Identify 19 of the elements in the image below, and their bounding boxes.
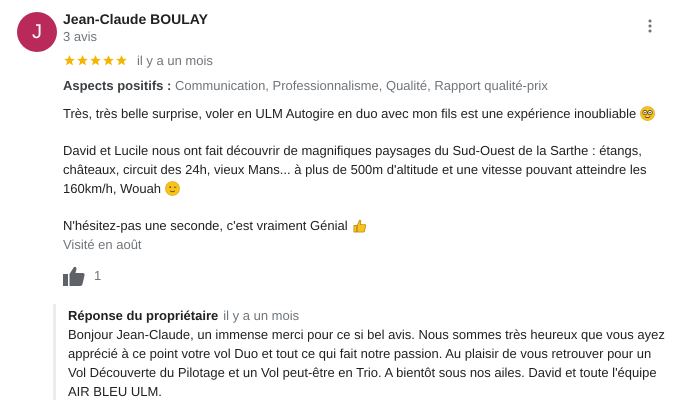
review-text: Très, très belle surprise, voler en ULM Autogire en duo avec mon fils est une expérience inoubliable <box>63 105 636 123</box>
avatar: J <box>17 12 57 52</box>
reply-date: il y a un mois <box>223 307 300 325</box>
thumbs-up-icon[interactable] <box>63 266 85 286</box>
aspects-text: Aspects positifs : Communication, Professionnalisme, Qualité, Rapport qualité-prix <box>63 76 549 95</box>
like-count: 1 <box>94 267 102 286</box>
reply-title: Réponse du propriétaire <box>68 307 218 325</box>
winking-face-icon <box>165 181 180 196</box>
reply-text: Bonjour Jean-Claude, un immense merci pour ce si bel avis. Nous sommes très heureux que vous ayez apprécié à ce point votre vol Duo et tout ce qui fait notre passion. Au plaisir de vous retrouver pour un Vol Découverte du Pilotage et un Vol peut-être en Trio. A bientôt sous nos ailes. David et toute l'équipe AIR BLEU ULM. <box>68 326 666 400</box>
visit-date: Visité en août <box>63 236 143 254</box>
review-date: il y a un mois <box>137 52 213 70</box>
review-text: 160km/h, Wouah <box>63 180 162 198</box>
author-name[interactable]: Jean-Claude BOULAY <box>63 10 208 28</box>
thumbs-up-icon <box>352 218 367 233</box>
review-text: N'hésitez-pas une seconde, c'est vraiment Génial <box>63 217 348 235</box>
review-text: David et Lucile nous ont fait découvrir de magnifiques paysages du Sud-Ouest de la Sarthe : étangs, <box>63 142 642 160</box>
glasses-face-icon <box>640 106 656 121</box>
review-text: châteaux, circuit des 24h, vieux Mans... à plus de 500m d'altitude et une vitesse pouvant atteindre les <box>63 161 646 179</box>
author-review-count: 3 avis <box>63 28 98 46</box>
